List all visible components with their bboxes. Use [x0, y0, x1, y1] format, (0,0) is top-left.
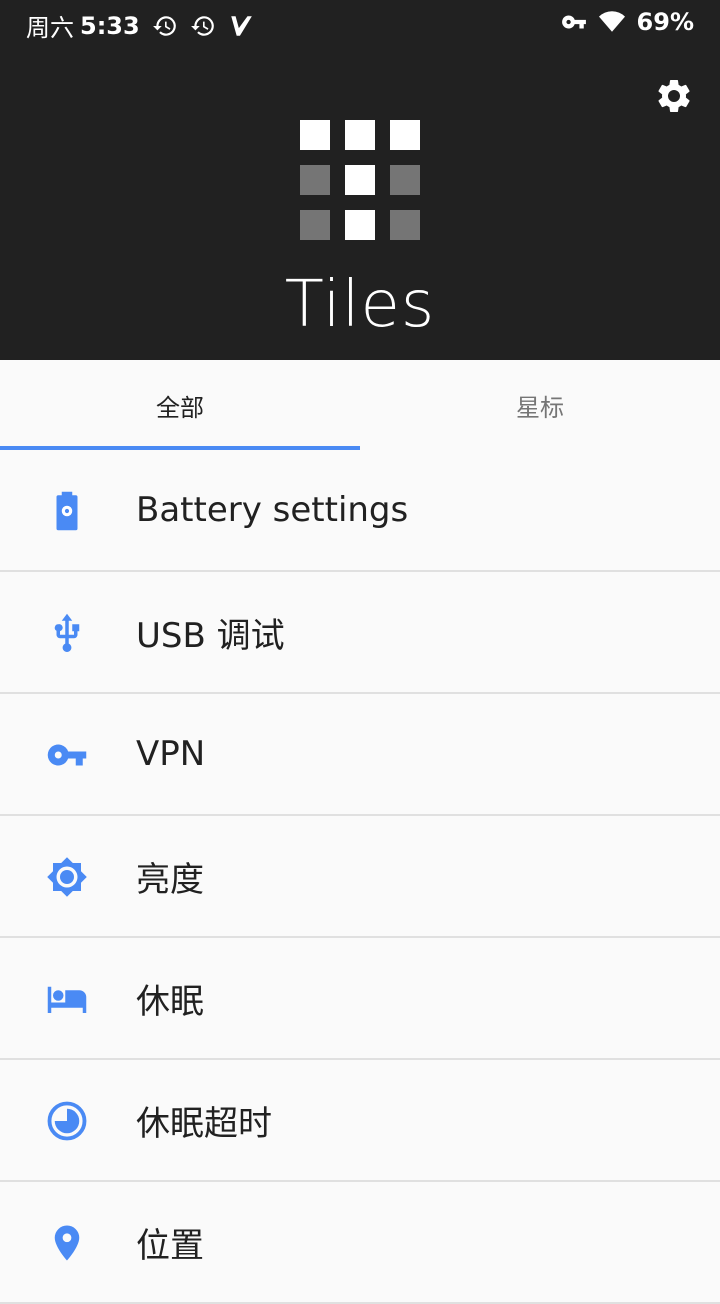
tab-all[interactable]: 全部: [0, 360, 360, 450]
list-item-label: 休眠: [136, 981, 204, 1022]
brightness-icon: [47, 857, 87, 897]
list-item-label: VPN: [136, 734, 206, 774]
vpn-key-icon: [47, 744, 87, 766]
settings-gear-icon[interactable]: [654, 76, 694, 116]
timeout-icon: [47, 1101, 87, 1141]
v-logo-icon: [230, 15, 252, 36]
status-bar: 周六 5:33 69%: [0, 0, 720, 48]
history-icon-2: [190, 15, 214, 36]
list-item-label: 位置: [136, 1225, 204, 1266]
status-time: 5:33: [80, 11, 140, 40]
usb-icon: [54, 613, 80, 652]
list-item-brightness[interactable]: 亮度: [0, 816, 720, 938]
list-item-vpn[interactable]: VPN: [0, 694, 720, 816]
status-right: 69%: [561, 8, 694, 36]
list-item-label: 亮度: [136, 859, 204, 900]
app-title: Tiles: [284, 268, 436, 342]
wifi-icon: [598, 11, 625, 32]
list-item-battery-settings[interactable]: Battery settings: [0, 450, 720, 572]
sleep-bed-icon: [47, 986, 87, 1013]
list-item-sleep-timeout[interactable]: 休眠超时: [0, 1060, 720, 1182]
tile-list: Battery settings USB 调试 VPN 亮度 休眠 休眠超时 位…: [0, 450, 720, 1304]
app-header: Tiles: [0, 48, 720, 360]
tab-bar: 全部 星标: [0, 360, 720, 450]
battery-percent: 69%: [636, 8, 694, 36]
list-item-label: USB 调试: [136, 615, 285, 656]
list-item-label: 休眠超时: [136, 1103, 272, 1144]
tab-starred[interactable]: 星标: [360, 360, 720, 450]
location-icon: [54, 1225, 80, 1261]
tiles-logo-icon: [300, 120, 420, 240]
list-item-sleep[interactable]: 休眠: [0, 938, 720, 1060]
list-item-label: Battery settings: [136, 490, 409, 530]
list-item-usb-debugging[interactable]: USB 调试: [0, 572, 720, 694]
status-left: 周六 5:33: [26, 8, 254, 43]
vpn-key-status-icon: [561, 15, 586, 29]
list-item-location[interactable]: 位置: [0, 1182, 720, 1304]
status-day: 周六: [26, 14, 74, 42]
history-icon: [152, 15, 176, 36]
battery-settings-icon: [56, 491, 78, 531]
